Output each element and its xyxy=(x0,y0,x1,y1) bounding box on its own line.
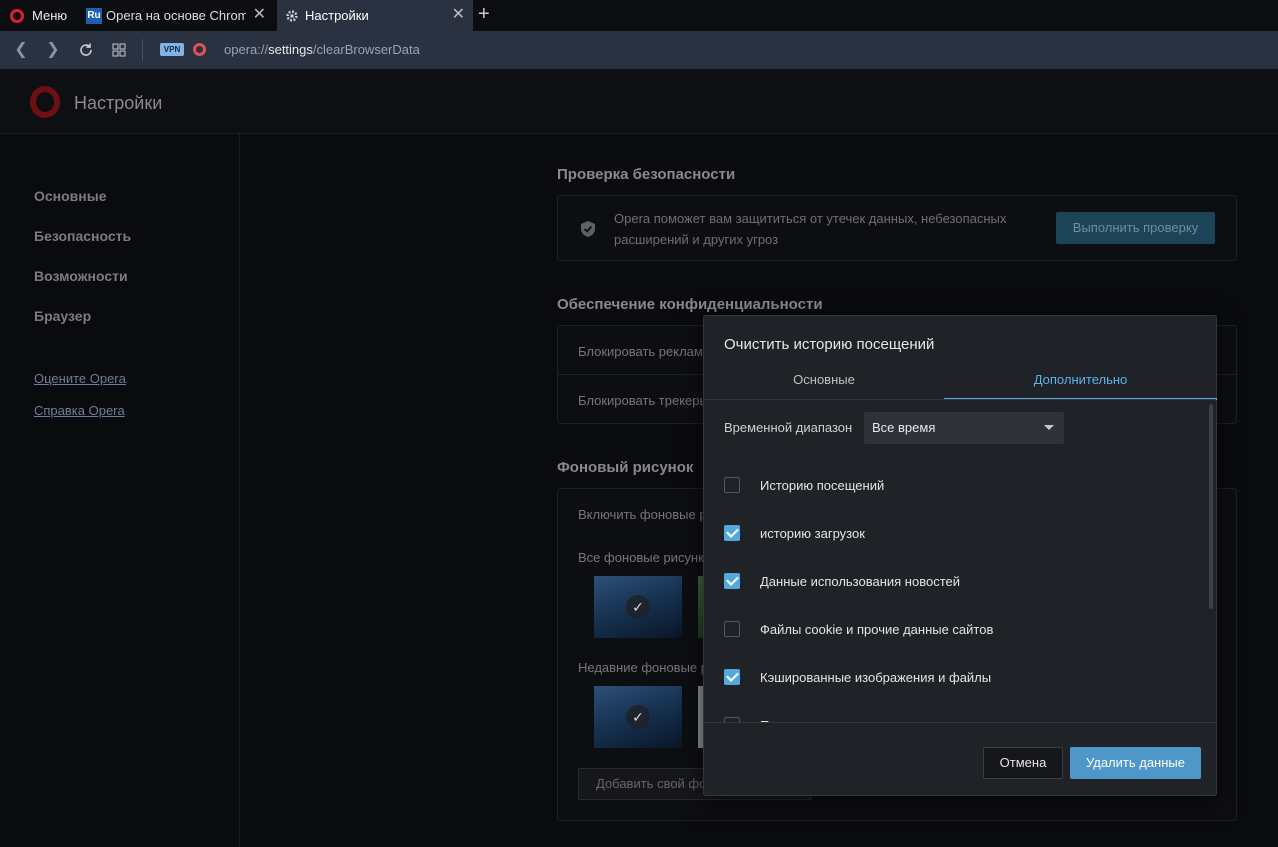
checkbox[interactable] xyxy=(724,621,740,637)
tab-basic[interactable]: Основные xyxy=(704,364,944,400)
rate-opera-link[interactable]: Оцените Opera xyxy=(34,371,126,386)
option-cookies[interactable]: Файлы cookie и прочие данные сайтов xyxy=(724,619,993,639)
recent-wallpapers-label: Недавние фоновые р xyxy=(578,660,708,675)
back-icon[interactable]: ❮ xyxy=(12,41,30,59)
option-browsing-history[interactable]: Историю посещений xyxy=(724,475,884,495)
tab-settings[interactable]: Настройки ✕ xyxy=(277,0,473,31)
option-download-history[interactable]: историю загрузок xyxy=(724,523,865,543)
tab-strip: Меню Ru Opera на основе Chromium ✕ Настр… xyxy=(0,0,1278,31)
page-title: Настройки xyxy=(74,93,163,113)
checkbox[interactable] xyxy=(724,573,740,589)
wallpaper-thumbnail[interactable]: ✓ xyxy=(594,686,682,748)
divider xyxy=(142,39,143,61)
address-bar: ❮ ❯ VPN opera://settings/clearBrowserDat… xyxy=(0,31,1278,69)
scrollbar[interactable] xyxy=(1209,404,1213,609)
tab-label: Opera на основе Chromium xyxy=(106,8,246,23)
settings-sidebar: Основные Безопасность Возможности Браузе… xyxy=(0,134,240,847)
tab-advanced[interactable]: Дополнительно xyxy=(944,364,1217,400)
forward-icon[interactable]: ❯ xyxy=(44,41,62,59)
sidebar-item-features[interactable]: Возможности xyxy=(34,268,128,284)
opera-help-link[interactable]: Справка Opera xyxy=(34,403,125,418)
section-title-wallpaper: Фоновый рисунок xyxy=(557,459,694,476)
divider xyxy=(704,722,1216,723)
opera-logo-icon xyxy=(10,8,24,23)
reload-icon[interactable] xyxy=(78,42,94,58)
check-icon: ✓ xyxy=(626,595,650,619)
section-title-security: Проверка безопасности xyxy=(557,166,736,183)
divider xyxy=(704,399,1216,400)
sidebar-item-browser[interactable]: Браузер xyxy=(34,308,91,324)
all-wallpapers-label: Все фоновые рисунк xyxy=(578,550,704,565)
settings-header: Настройки xyxy=(0,69,1278,134)
block-trackers-label[interactable]: Блокировать трекеры xyxy=(578,390,709,411)
option-cached-images[interactable]: Кэшированные изображения и файлы xyxy=(724,667,991,687)
option-passwords[interactable]: П xyxy=(724,715,769,722)
opera-menu-button[interactable]: Меню xyxy=(0,0,76,31)
url-field[interactable]: opera://settings/clearBrowserData xyxy=(224,42,420,57)
block-ads-label[interactable]: Блокировать рекламу xyxy=(578,341,710,362)
opera-page-icon xyxy=(193,43,206,56)
run-check-button[interactable]: Выполнить проверку xyxy=(1056,212,1215,244)
delete-data-button[interactable]: Удалить данные xyxy=(1070,747,1201,779)
security-check-card: Opera поможет вам защититься от утечек д… xyxy=(557,195,1237,261)
close-icon[interactable]: ✕ xyxy=(452,7,465,23)
menu-label: Меню xyxy=(32,8,68,23)
sidebar-item-basic[interactable]: Основные xyxy=(34,188,107,204)
options-list: Историю посещений историю загрузок Данны… xyxy=(704,402,1216,722)
section-title-privacy: Обеспечение конфиденциальности xyxy=(557,296,823,313)
clear-history-dialog: Очистить историю посещений Основные Допо… xyxy=(703,315,1217,796)
cancel-button[interactable]: Отмена xyxy=(983,747,1063,779)
checkbox[interactable] xyxy=(724,525,740,541)
check-icon: ✓ xyxy=(626,705,650,729)
opera-logo-icon xyxy=(30,86,60,118)
option-news-usage-data[interactable]: Данные использования новостей xyxy=(724,571,960,591)
tab-label: Настройки xyxy=(305,8,369,23)
close-icon[interactable]: ✕ xyxy=(253,7,266,23)
gear-icon xyxy=(286,9,298,22)
new-tab-button[interactable]: + xyxy=(478,4,490,24)
security-description: Opera поможет вам защититься от утечек д… xyxy=(614,211,1007,247)
wallpaper-thumbnail[interactable]: ✓ xyxy=(594,576,682,638)
checkbox[interactable] xyxy=(724,669,740,685)
dialog-title: Очистить историю посещений xyxy=(724,336,935,353)
tabs-grid-icon[interactable] xyxy=(112,43,126,57)
sidebar-item-security[interactable]: Безопасность xyxy=(34,228,131,244)
ru-favicon-icon: Ru xyxy=(86,7,102,24)
tab-opera-chromium[interactable]: Ru Opera на основе Chromium ✕ xyxy=(78,0,274,31)
vpn-badge[interactable]: VPN xyxy=(160,43,184,56)
enable-wallpaper-label: Включить фоновые р xyxy=(578,507,707,522)
shield-icon xyxy=(581,221,595,237)
checkbox[interactable] xyxy=(724,477,740,493)
